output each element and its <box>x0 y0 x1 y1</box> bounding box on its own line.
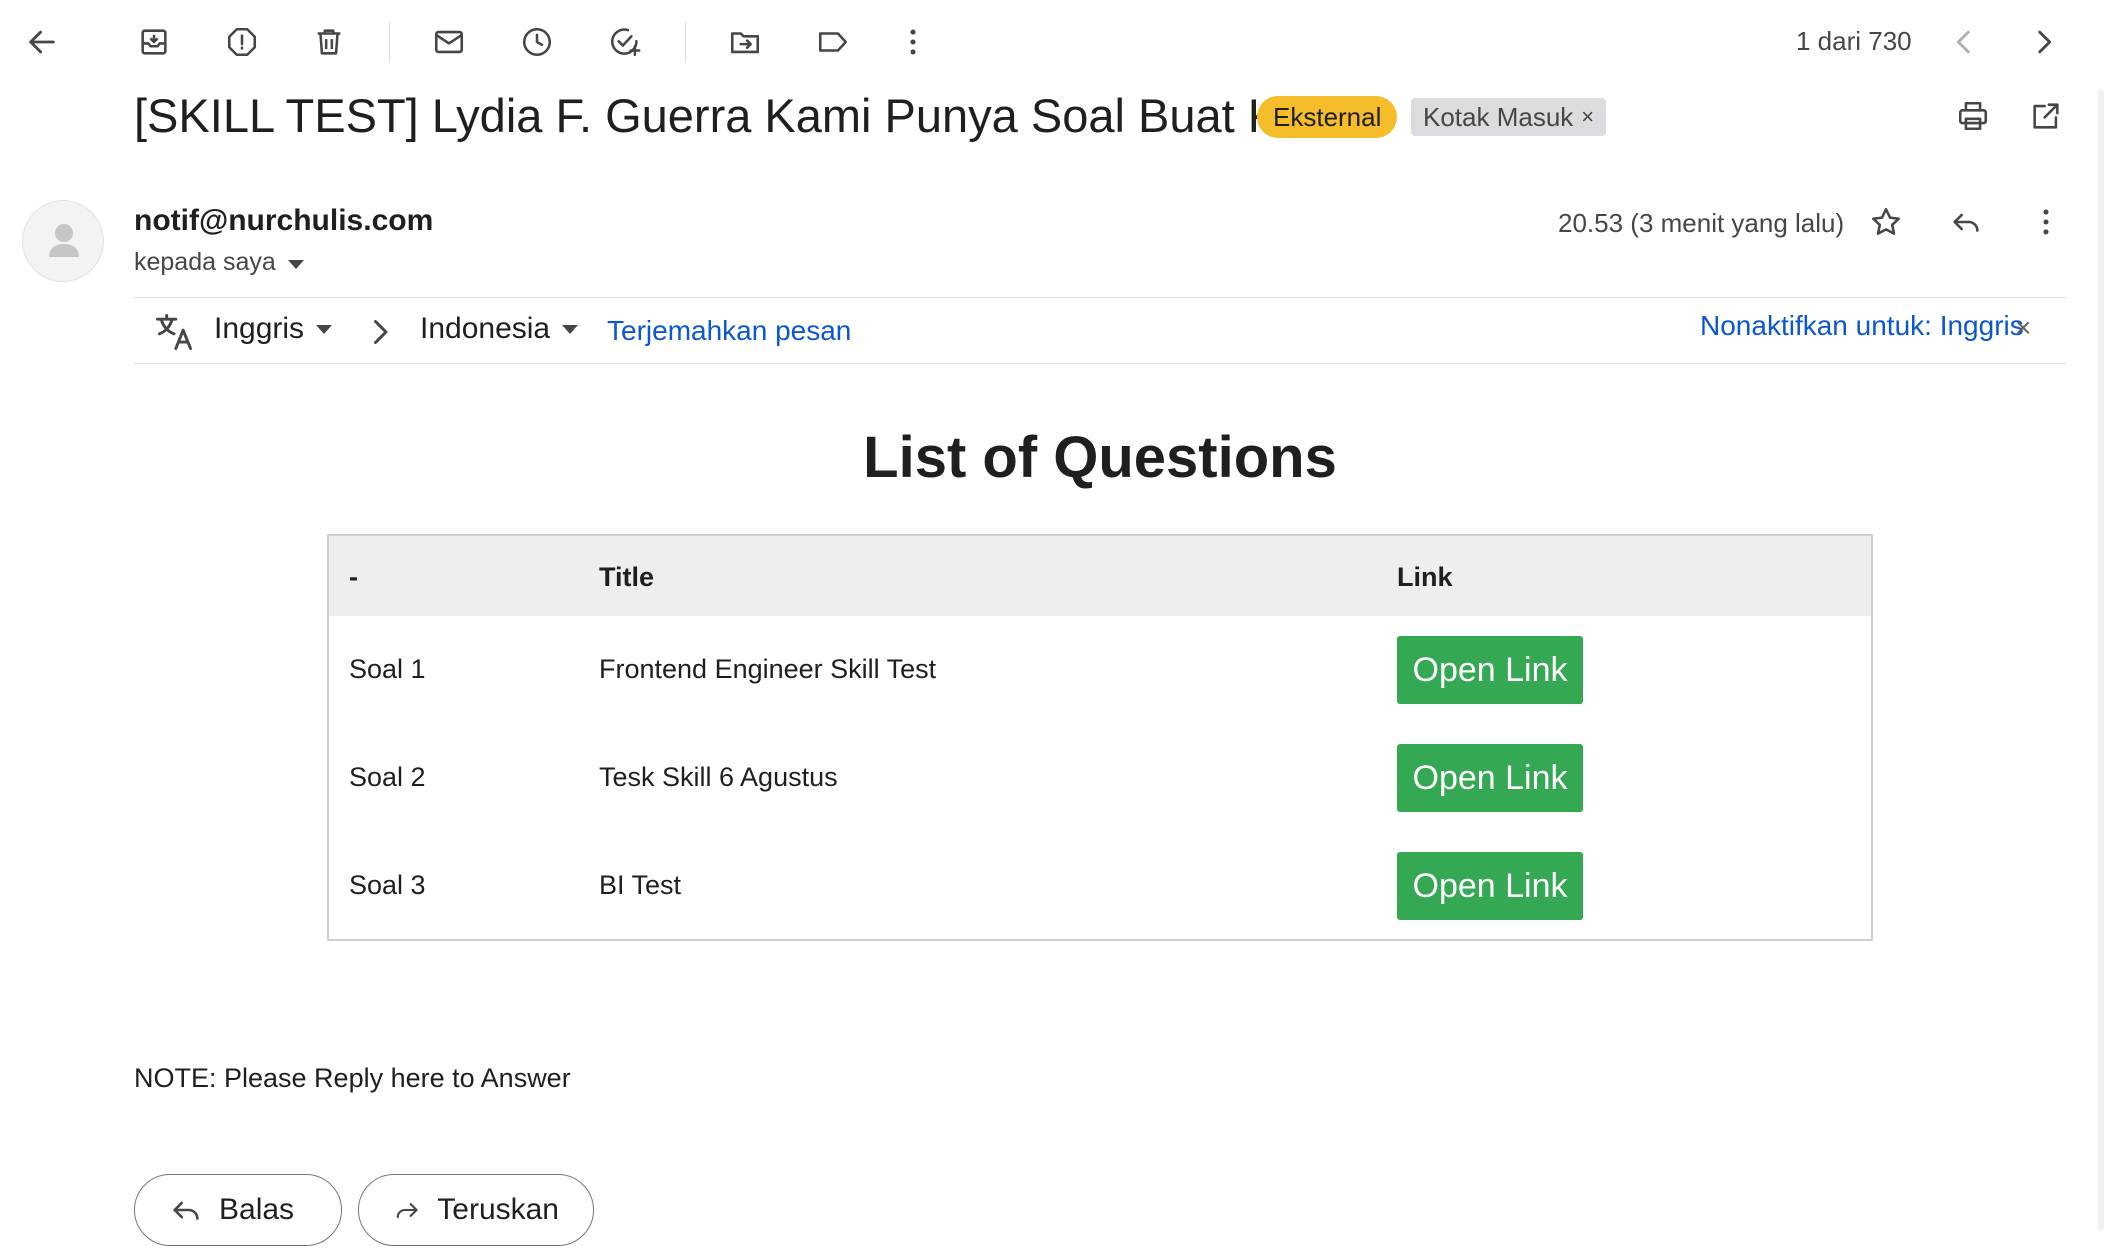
recipient-details-toggle[interactable]: kepada saya <box>134 248 304 277</box>
print-button[interactable] <box>1945 88 2001 144</box>
row-number: Soal 3 <box>349 870 426 900</box>
report-spam-button[interactable] <box>214 14 270 70</box>
source-language-select[interactable]: Inggris <box>214 312 333 346</box>
delete-icon <box>317 29 341 55</box>
translate-message-link[interactable]: Terjemahkan pesan <box>607 315 851 347</box>
sender-email[interactable]: notif@nurchulis.com <box>134 204 433 238</box>
scrollbar[interactable] <box>2098 90 2104 1230</box>
back-icon <box>29 30 55 54</box>
external-badge: Eksternal <box>1257 96 1398 138</box>
body-note: NOTE: Please Reply here to Answer <box>134 1063 571 1093</box>
row-title: BI Test <box>599 870 682 900</box>
caret-down-icon <box>287 259 304 269</box>
archive-icon <box>141 29 167 55</box>
newer-button[interactable] <box>1936 14 1992 70</box>
chevron-right-icon <box>374 320 388 344</box>
open-link-button-2[interactable]: Open Link <box>1397 744 1583 812</box>
row-number: Soal 2 <box>349 762 426 792</box>
pager-count: 1 dari 730 <box>1796 26 1912 56</box>
forward-icon <box>396 1203 418 1219</box>
star-icon <box>1871 207 1901 235</box>
delete-button[interactable] <box>301 14 357 70</box>
target-language-label: Indonesia <box>420 312 551 345</box>
column-header-title: Title <box>599 562 655 592</box>
open-in-new-icon <box>2033 103 2059 129</box>
caret-down-icon <box>562 324 579 334</box>
reply-label: Balas <box>219 1193 295 1226</box>
divider <box>134 297 2066 298</box>
row-title: Frontend Engineer Skill Test <box>599 654 937 684</box>
add-task-icon <box>610 28 641 57</box>
mark-unread-icon <box>434 30 464 54</box>
recipient-text: kepada saya <box>134 248 276 276</box>
inbox-label-text: Kotak Masuk <box>1423 102 1574 132</box>
report-spam-icon <box>227 27 257 57</box>
snooze-button[interactable] <box>509 14 565 70</box>
remove-label-icon[interactable]: × <box>1581 98 1594 136</box>
message-more-button[interactable] <box>2018 194 2074 250</box>
back-button[interactable] <box>14 14 70 70</box>
translate-icon <box>156 314 192 350</box>
label-icon <box>818 32 848 52</box>
row-number: Soal 1 <box>349 654 426 684</box>
label-button[interactable] <box>805 14 861 70</box>
open-link-button-1[interactable]: Open Link <box>1397 636 1583 704</box>
add-task-button[interactable] <box>597 14 653 70</box>
divider <box>134 363 2066 364</box>
caret-down-icon <box>316 324 333 334</box>
forward-button[interactable]: Teruskan <box>358 1174 594 1246</box>
reply-button[interactable]: Balas <box>134 1174 342 1246</box>
table-header-row <box>329 536 1871 616</box>
email-timestamp: 20.53 (3 menit yang lalu) <box>1558 208 1845 238</box>
star-button[interactable] <box>1858 194 1914 250</box>
body-heading: List of Questions <box>863 425 1337 490</box>
toolbar-divider <box>685 22 686 62</box>
open-link-button-3[interactable]: Open Link <box>1397 852 1583 920</box>
older-button[interactable] <box>2016 14 2072 70</box>
row-title: Tesk Skill 6 Agustus <box>599 762 838 792</box>
column-header-number: - <box>349 562 358 592</box>
forward-label: Teruskan <box>437 1193 559 1226</box>
chevron-right-icon <box>2038 30 2052 54</box>
move-to-icon <box>730 32 760 54</box>
more-vert-icon <box>910 29 916 55</box>
move-to-button[interactable] <box>717 14 773 70</box>
reply-icon <box>1953 213 1979 232</box>
more-options-button[interactable] <box>885 14 941 70</box>
column-header-link: Link <box>1397 562 1453 592</box>
print-icon <box>1958 101 1988 131</box>
snooze-icon <box>522 27 552 57</box>
chevron-left-icon <box>1956 30 1970 54</box>
source-language-label: Inggris <box>214 312 305 345</box>
email-subject: [SKILL TEST] Lydia F. Guerra Kami Punya … <box>134 89 1371 142</box>
toolbar-divider <box>389 22 390 62</box>
person-icon <box>49 224 79 257</box>
archive-button[interactable] <box>126 14 182 70</box>
mark-unread-button[interactable] <box>421 14 477 70</box>
questions-table: - Title Link Soal 1 Frontend Engineer Sk… <box>327 534 1873 941</box>
reply-icon <box>173 1201 199 1220</box>
open-new-window-button[interactable] <box>2018 88 2074 144</box>
avatar <box>22 200 104 282</box>
more-vert-icon <box>2043 209 2049 235</box>
disable-translation-link[interactable]: Nonaktifkan untuk: Inggris <box>1700 310 2024 342</box>
target-language-select[interactable]: Indonesia <box>420 312 579 346</box>
close-translate-icon[interactable]: × <box>2015 312 2031 344</box>
inbox-label-chip[interactable]: Kotak Masuk × <box>1411 98 1607 136</box>
reply-icon-button[interactable] <box>1938 194 1994 250</box>
